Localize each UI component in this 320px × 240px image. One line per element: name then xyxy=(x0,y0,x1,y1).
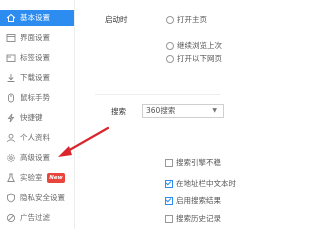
sidebar-item-mouse-gestures[interactable]: 鼠标手势 xyxy=(0,90,74,106)
sidebar-item-label: 下载设置 xyxy=(20,73,50,82)
startup-radio-open-pages[interactable] xyxy=(166,55,174,63)
search-option-3-label: 启用搜索结果 xyxy=(176,196,221,205)
sidebar-item-label: 基本设置 xyxy=(20,13,50,22)
sidebar-item-interface-settings[interactable]: 界面设置 xyxy=(0,30,74,46)
user-icon xyxy=(6,133,16,143)
settings-main-panel: 启动时 打开主页 继续浏览上次 打开以下网页 搜索 360搜索 ▼ 搜索引擎不稳… xyxy=(75,0,236,229)
search-engine-select[interactable]: 360搜索 ▼ xyxy=(142,104,224,118)
chevron-down-icon: ▼ xyxy=(212,107,217,114)
sidebar-item-label: 标签设置 xyxy=(20,53,50,62)
startup-label: 启动时 xyxy=(105,15,128,24)
gear-icon xyxy=(6,153,16,163)
sidebar-item-label: 高级设置 xyxy=(20,153,50,162)
sidebar-item-lab[interactable]: 实验室 New xyxy=(0,170,74,186)
sidebar-item-advanced-settings[interactable]: 高级设置 xyxy=(0,150,74,166)
sidebar-item-label: 鼠标手势 xyxy=(20,93,50,102)
search-option-1-label: 搜索引擎不稳 xyxy=(176,158,221,167)
keyboard-icon xyxy=(6,113,16,123)
ad-block-icon xyxy=(6,213,16,223)
sidebar-item-basic-settings[interactable]: 基本设置 xyxy=(0,10,74,26)
search-option-1-checkbox[interactable] xyxy=(165,159,173,167)
sidebar-item-download-settings[interactable]: 下载设置 xyxy=(0,70,74,86)
sidebar-item-label: 快捷键 xyxy=(20,113,43,122)
new-badge: New xyxy=(47,173,65,183)
sidebar-item-tab-settings[interactable]: 标签设置 xyxy=(0,50,74,66)
sidebar-item-privacy-security[interactable]: 隐私安全设置 xyxy=(0,190,74,206)
flask-icon xyxy=(6,173,16,183)
sidebar-item-profile[interactable]: 个人资料 xyxy=(0,130,74,146)
mouse-gesture-icon xyxy=(6,93,16,103)
settings-sidebar: 基本设置 界面设置 标签设置 下载设置 鼠标手势 快捷键 个人资料 高级设置 实… xyxy=(0,0,75,229)
startup-radio-open-home[interactable] xyxy=(166,16,174,24)
sidebar-item-label: 实验室 xyxy=(20,173,43,182)
startup-option-open-home-label: 打开主页 xyxy=(177,15,207,24)
search-engine-value: 360搜索 xyxy=(146,106,176,115)
startup-option-continue-label: 继续浏览上次 xyxy=(177,41,222,50)
search-option-2-checkbox[interactable] xyxy=(165,180,173,188)
startup-option-open-pages-label: 打开以下网页 xyxy=(177,54,222,63)
tab-icon xyxy=(6,53,16,63)
sidebar-item-ad-filter[interactable]: 广告过滤 xyxy=(0,210,74,226)
search-label: 搜索 xyxy=(111,107,126,116)
sidebar-item-label: 界面设置 xyxy=(20,33,50,42)
layout-icon xyxy=(6,33,16,43)
search-option-4-checkbox[interactable] xyxy=(165,215,173,223)
download-icon xyxy=(6,73,16,83)
search-option-4-label: 搜索历史记录 xyxy=(176,214,221,223)
search-option-2-label: 在地址栏中文本时 xyxy=(176,179,236,188)
home-icon xyxy=(6,13,16,23)
startup-radio-continue[interactable] xyxy=(166,42,174,50)
sidebar-item-label: 广告过滤 xyxy=(20,213,50,222)
shield-icon xyxy=(6,193,16,203)
sidebar-item-label: 个人资料 xyxy=(20,133,50,142)
sidebar-item-shortcuts[interactable]: 快捷键 xyxy=(0,110,74,126)
search-option-3-checkbox[interactable] xyxy=(165,197,173,205)
section-divider xyxy=(95,94,220,95)
sidebar-item-label: 隐私安全设置 xyxy=(20,193,65,202)
